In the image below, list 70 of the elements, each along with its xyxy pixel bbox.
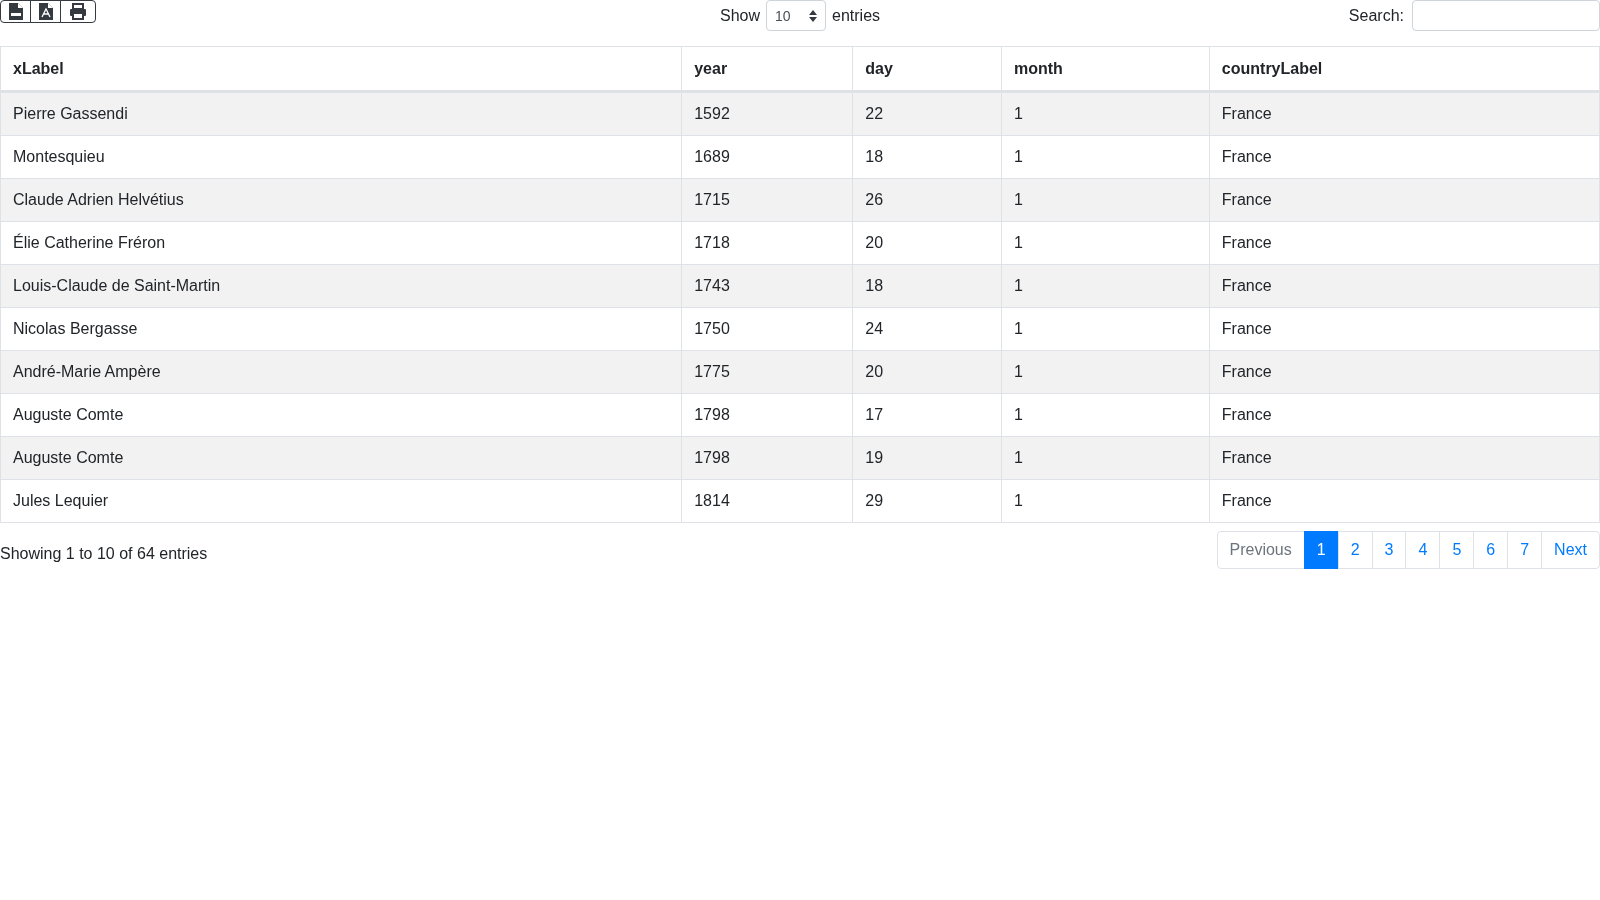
table-cell: 17 [852,393,1002,437]
table-cell: 1718 [681,221,853,265]
table-cell: 1743 [681,264,853,308]
table-cell: France [1209,264,1600,308]
table-cell: 1 [1001,135,1210,179]
entries-info: Showing 1 to 10 of 64 entries [0,544,208,563]
page-button[interactable]: 2 [1337,531,1373,569]
table-cell: 1 [1001,393,1210,437]
table-cell: 1 [1001,264,1210,308]
table-cell: 20 [852,350,1002,394]
table-cell: Auguste Comte [0,393,682,437]
table-cell: Montesquieu [0,135,682,179]
table-cell: 24 [852,307,1002,351]
table-cell: 1592 [681,91,853,136]
table-cell: Louis-Claude de Saint-Martin [0,264,682,308]
table-cell: Auguste Comte [0,436,682,480]
page-button[interactable]: 1 [1303,531,1339,569]
table-cell: Jules Lequier [0,479,682,523]
table-cell: 29 [852,479,1002,523]
table-cell: 1798 [681,436,853,480]
table-cell: 22 [852,91,1002,136]
table-cell: Élie Catherine Fréron [0,221,682,265]
table-cell: France [1209,436,1600,480]
export-button[interactable] [30,0,61,23]
table-cell: France [1209,307,1600,351]
csv-file-icon [8,3,23,20]
page-button[interactable]: 6 [1473,531,1509,569]
table-cell: 1 [1001,350,1210,394]
table-cell: France [1209,178,1600,222]
page-button[interactable]: 7 [1507,531,1543,569]
table-cell: France [1209,91,1600,136]
table-cell: France [1209,221,1600,265]
table-cell: André-Marie Ampère [0,350,682,394]
table-cell: 1 [1001,221,1210,265]
table-cell: 18 [852,264,1002,308]
table-cell: 1 [1001,479,1210,523]
page-button[interactable]: 4 [1405,531,1441,569]
table-cell: 19 [852,436,1002,480]
table-cell: France [1209,135,1600,179]
table-cell: 1775 [681,350,853,394]
page-button[interactable]: 5 [1439,531,1475,569]
table-cell: France [1209,350,1600,394]
table-cell: 1 [1001,436,1210,480]
table-cell: 1 [1001,307,1210,351]
export-button[interactable] [60,0,96,23]
table-cell: 1814 [681,479,853,523]
table-cell: Claude Adrien Helvétius [0,178,682,222]
entries-select[interactable]: 10 [766,0,826,31]
sort-arrows-icon [809,9,817,22]
table-cell: France [1209,393,1600,437]
search-field[interactable] [1412,0,1600,31]
table-cell: Nicolas Bergasse [0,307,682,351]
show-label: Show [719,6,760,25]
table-cell: 1798 [681,393,853,437]
export-button[interactable] [0,0,31,23]
table-cell: 1 [1001,178,1210,222]
entries-label: entries [832,6,881,25]
search-label: Search: [1348,6,1404,25]
table-cell: 20 [852,221,1002,265]
table-cell: 1715 [681,178,853,222]
table-cell: 1689 [681,135,853,179]
table-cell: 1 [1001,91,1210,136]
page-button[interactable]: Next [1541,531,1600,569]
print-icon [69,3,87,20]
table-cell: 18 [852,135,1002,179]
table-cell: 1750 [681,307,853,351]
table-cell: Pierre Gassendi [0,91,682,136]
pdf-file-icon [38,3,53,20]
table-cell: 26 [852,178,1002,222]
table-cell: France [1209,479,1600,523]
